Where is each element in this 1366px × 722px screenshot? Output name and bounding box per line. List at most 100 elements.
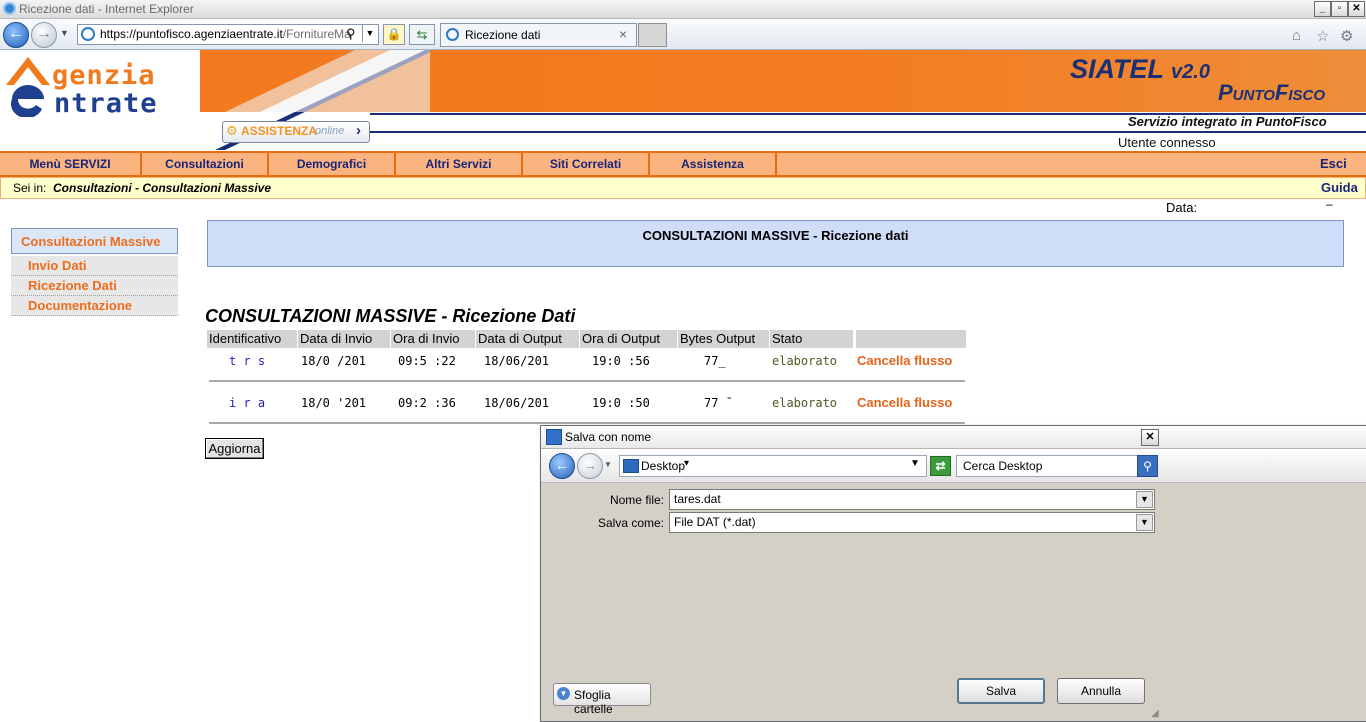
- menu-altri-servizi[interactable]: Altri Servizi: [396, 153, 523, 175]
- column-header-ora-invio: Ora di Invio: [391, 330, 475, 348]
- siatel-title: SIATEL v2.0: [1070, 54, 1210, 84]
- location-dropdown-icon[interactable]: ▼: [910, 458, 920, 469]
- menu-assistenza[interactable]: Assistenza: [650, 153, 777, 175]
- sidebar-item-documentazione[interactable]: Documentazione: [11, 296, 178, 316]
- new-tab-button[interactable]: [638, 23, 667, 47]
- back-button[interactable]: ←: [3, 22, 29, 48]
- expand-down-icon: ▼: [557, 687, 570, 700]
- row-2-identificativo-link[interactable]: i r a: [229, 396, 265, 410]
- row-1-stato: elaborato: [772, 354, 838, 368]
- dialog-titlebar[interactable]: Salva con nome ✕: [541, 426, 1366, 449]
- puntofisco-title: PuntoFisco: [1218, 80, 1326, 105]
- column-header-actions: [856, 330, 966, 348]
- location-combobox[interactable]: Desktop ▾ ▼: [619, 455, 927, 477]
- search-icon[interactable]: ⚲: [346, 26, 356, 42]
- history-dropdown-icon[interactable]: ▼: [60, 28, 69, 38]
- dialog-back-button[interactable]: ←: [549, 453, 575, 479]
- save-type-select[interactable]: File DAT (*.dat) ▼: [669, 512, 1155, 533]
- save-type-value: File DAT (*.dat): [674, 515, 756, 529]
- compatibility-refresh-icon[interactable]: ⇆: [409, 24, 435, 45]
- row-separator: [209, 422, 965, 424]
- address-bar[interactable]: https://puntofisco.agenziaentrate.it/For…: [77, 24, 379, 45]
- logout-link[interactable]: Esci: [1320, 156, 1347, 171]
- help-link[interactable]: Guida: [1321, 180, 1358, 195]
- resize-grip-icon[interactable]: ◢: [1151, 708, 1159, 719]
- dialog-history-dropdown-icon[interactable]: ▼: [604, 460, 612, 469]
- save-type-label: Salva come:: [597, 516, 664, 530]
- servizio-integrato-text: Servizio integrato in PuntoFisco: [1128, 114, 1327, 129]
- column-header-identificativo: Identificativo: [207, 330, 297, 348]
- dialog-search-input[interactable]: Cerca Desktop: [956, 455, 1138, 477]
- maximize-button[interactable]: ▫: [1331, 1, 1348, 17]
- filename-field[interactable]: tares.dat ▼: [669, 489, 1155, 510]
- tab-close-icon[interactable]: ×: [619, 26, 627, 42]
- chevron-down-icon[interactable]: ▼: [1136, 491, 1153, 508]
- row-2-ora-output: 19:0 :50: [592, 396, 650, 410]
- dialog-title: Salva con nome: [565, 430, 652, 444]
- menu-servizi[interactable]: Menù SERVIZI: [0, 153, 142, 175]
- tab-ricezione-dati[interactable]: Ricezione dati ×: [440, 23, 637, 47]
- breadcrumb-path: Consultazioni - Consultazioni Massive: [53, 181, 272, 195]
- chevron-down-icon[interactable]: ▼: [1136, 514, 1153, 531]
- section-heading: CONSULTAZIONI MASSIVE - Ricezione Dati: [205, 306, 576, 326]
- address-dropdown-icon[interactable]: ▼: [362, 25, 377, 42]
- chevron-right-icon: ›: [356, 122, 361, 139]
- forward-button[interactable]: →: [31, 22, 57, 48]
- lock-icon[interactable]: 🔒: [383, 24, 405, 45]
- page-title: CONSULTAZIONI MASSIVE - Ricezione dati: [642, 228, 909, 243]
- logo-word-entrate: ntrate: [54, 88, 158, 119]
- agenzia-entrate-logo-icon: [6, 57, 50, 117]
- column-header-data-output: Data di Output: [476, 330, 579, 348]
- menu-demografici[interactable]: Demografici: [269, 153, 396, 175]
- row-2-stato: elaborato: [772, 396, 838, 410]
- row-separator: [209, 380, 965, 382]
- row-1-ora-invio: 09:5 :22: [398, 354, 456, 368]
- sidebar-item-invio-dati[interactable]: Invio Dati: [11, 256, 178, 276]
- dialog-close-button[interactable]: ✕: [1141, 429, 1159, 446]
- gear-icon[interactable]: ⚙: [1340, 27, 1353, 45]
- row-1-cancella-flusso-link[interactable]: Cancella flusso: [857, 353, 952, 368]
- menu-siti-correlati[interactable]: Siti Correlati: [523, 153, 650, 175]
- close-window-button[interactable]: ✕: [1348, 1, 1365, 17]
- sidebar-title[interactable]: Consultazioni Massive: [11, 228, 178, 254]
- gears-icon: ⚙: [226, 123, 238, 138]
- dialog-search-placeholder: Cerca Desktop: [963, 459, 1043, 473]
- refresh-button[interactable]: Aggiorna: [205, 438, 264, 459]
- dialog-search-icon[interactable]: ⚲: [1137, 455, 1158, 477]
- window-titlebar: Ricezione dati - Internet Explorer _ ▫ ✕: [0, 0, 1366, 19]
- chevron-down-icon[interactable]: ▾: [684, 458, 689, 469]
- cancel-button[interactable]: Annulla: [1057, 678, 1145, 704]
- row-1-data-output: 18/06/201: [484, 354, 550, 368]
- assistenza-label: ASSISTENZA: [241, 124, 318, 138]
- assistenza-online-button[interactable]: ⚙ ASSISTENZA online ›: [222, 121, 370, 143]
- breadcrumb: Sei in: Consultazioni - Consultazioni Ma…: [0, 177, 1366, 199]
- minimize-button[interactable]: _: [1314, 1, 1331, 17]
- main-menu-bar: Menù SERVIZI Consultazioni Demografici A…: [0, 151, 1366, 177]
- browser-navbar: ← → ▼ https://puntofisco.agenziaentrate.…: [0, 19, 1366, 50]
- page-icon: [81, 27, 95, 41]
- tab-page-icon: [446, 28, 459, 41]
- row-1-identificativo-link[interactable]: t r s: [229, 354, 265, 368]
- dialog-forward-button[interactable]: →: [577, 453, 603, 479]
- home-icon[interactable]: ⌂: [1292, 27, 1301, 44]
- date-value: –: [1326, 197, 1333, 211]
- breadcrumb-prefix: Sei in:: [13, 181, 47, 195]
- sidebar-item-ricezione-dati[interactable]: Ricezione Dati: [11, 276, 178, 296]
- dialog-navbar: ← → ▼ Desktop ▾ ▼ ⇄ Cerca Desktop ⚲: [541, 449, 1366, 483]
- window-title: Ricezione dati - Internet Explorer: [19, 2, 194, 16]
- save-button[interactable]: Salva: [957, 678, 1045, 704]
- row-1-ora-output: 19:0 :56: [592, 354, 650, 368]
- online-label: online: [315, 125, 345, 137]
- page-title-panel: CONSULTAZIONI MASSIVE - Ricezione dati: [207, 220, 1344, 267]
- refresh-location-icon[interactable]: ⇄: [930, 456, 951, 476]
- row-2-cancella-flusso-link[interactable]: Cancella flusso: [857, 395, 952, 410]
- save-dialog-icon: [546, 429, 562, 445]
- browse-folders-button[interactable]: ▼ Sfoglia cartelle: [553, 683, 651, 716]
- row-2-bytes: 77 ¯: [704, 396, 733, 410]
- star-icon[interactable]: ☆: [1316, 27, 1329, 45]
- column-header-data-invio: Data di Invio: [298, 330, 390, 348]
- row-1-bytes: 77_: [704, 354, 726, 368]
- column-header-ora-output: Ora di Output: [580, 330, 677, 348]
- row-1-data-invio: 18/0 /201: [301, 354, 367, 368]
- menu-consultazioni[interactable]: Consultazioni: [142, 153, 269, 175]
